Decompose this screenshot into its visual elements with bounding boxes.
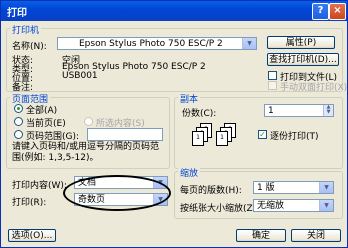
scale-select[interactable]: 无缩放 ▼ <box>253 199 334 212</box>
copies-legend: 副本 <box>178 92 201 105</box>
location-value: USB001 <box>62 71 98 81</box>
highlight-ellipse <box>63 175 171 211</box>
page-range-hint: 请键入页码和/或用逗号分隔的页码范围(例如: 1,3,5-12)。 <box>12 142 160 163</box>
collate-checkbox[interactable]: ✓ <box>258 130 267 139</box>
pages-per-sheet-value: 1 版 <box>257 183 275 193</box>
chevron-down-icon[interactable]: ▼ <box>319 182 333 193</box>
options-button[interactable]: 选项(O)... <box>8 229 56 242</box>
copies-count-input[interactable]: 1 ▲ ▼ <box>264 104 334 117</box>
range-pages-label: 页码范围(G): <box>26 132 80 142</box>
collate-label: 逐份打印(T) <box>270 132 319 142</box>
copies-count-value: 1 <box>268 106 274 116</box>
range-pages-radio[interactable] <box>14 130 23 139</box>
print-what-label: 打印内容(W): <box>12 181 67 191</box>
range-selection-radio <box>84 117 93 126</box>
range-current-label: 当前页(E) <box>26 119 66 129</box>
ok-button[interactable]: 确定 <box>236 229 286 242</box>
copies-count-label: 份数(C): <box>182 109 217 119</box>
title-bar: 打印 ? × <box>1 1 347 21</box>
printer-name-label: 名称(N): <box>12 42 47 52</box>
collate-page-icon: 1 <box>216 131 228 146</box>
pages-per-sheet-label: 每页的版数(H): <box>180 186 242 196</box>
close-window-button[interactable]: × <box>329 3 346 20</box>
printer-name-value: Epson Stylus Photo 750 ESC/P 2 <box>79 39 223 49</box>
properties-button[interactable]: 属性(P) <box>267 36 335 49</box>
manual-duplex-label: 手动双面打印(X) <box>280 83 348 93</box>
print-mode-label: 打印(R): <box>12 198 47 208</box>
manual-duplex-checkbox <box>268 81 277 90</box>
collate-page-icon: 1 <box>192 131 204 146</box>
printer-name-select[interactable]: Epson Stylus Photo 750 ESC/P 2 ▼ <box>57 37 257 50</box>
range-current-radio[interactable] <box>14 117 23 126</box>
find-printer-button[interactable]: 查找打印机(D)... <box>267 53 339 66</box>
printer-legend: 打印机 <box>10 23 42 36</box>
spinner-icon[interactable]: ▲ ▼ <box>323 105 333 116</box>
print-dialog: 打印 ? × 打印机 名称(N): Epson Stylus Photo 750… <box>0 0 348 248</box>
zoom-legend: 缩放 <box>178 166 201 179</box>
range-all-label: 全部(A) <box>26 106 58 116</box>
print-to-file-checkbox[interactable] <box>268 71 277 80</box>
page-range-input[interactable] <box>87 128 163 141</box>
scale-label: 按纸张大小缩放(Z): <box>180 204 260 214</box>
chevron-down-icon[interactable]: ▼ <box>242 38 256 49</box>
window-title: 打印 <box>7 8 27 19</box>
range-all-radio[interactable] <box>14 104 23 113</box>
chevron-down-icon[interactable]: ▼ <box>319 200 333 211</box>
close-button[interactable]: 关闭 <box>291 229 341 242</box>
scale-value: 无缩放 <box>257 201 285 211</box>
help-button[interactable]: ? <box>312 3 329 20</box>
pages-per-sheet-select[interactable]: 1 版 ▼ <box>253 181 334 194</box>
